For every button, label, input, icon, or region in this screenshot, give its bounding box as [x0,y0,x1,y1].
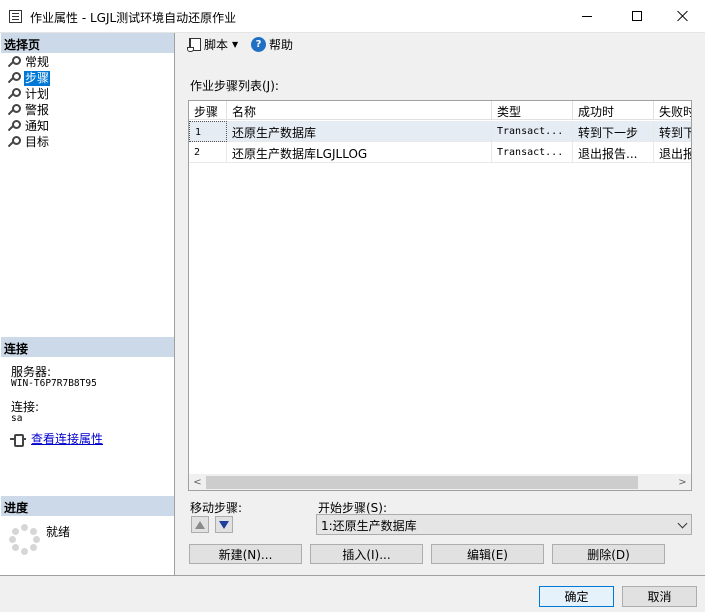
wrench-icon [6,87,21,101]
view-connection-properties-text: 查看连接属性 [31,432,104,446]
column-header-step[interactable]: 步骤 [189,101,227,120]
step-on-success: 退出报告... [573,142,654,163]
arrow-up-icon [195,520,205,529]
nav-item-general[interactable]: 常规 [6,54,50,70]
wrench-icon [6,103,21,117]
grid-header: 步骤 名称 类型 成功时 失败时 [189,101,691,120]
step-name: 还原生产数据库 [227,121,492,142]
cancel-button[interactable]: 取消 [622,586,697,607]
script-button[interactable]: 脚本 ▼ [187,35,238,53]
step-name: 还原生产数据库LGJLLOG [227,142,492,163]
maximize-icon [632,11,642,21]
step-type: Transact... [492,142,573,163]
connection-value: sa [11,413,23,424]
scrollbar-thumb[interactable] [206,476,638,489]
nav-item-label: 警报 [25,102,50,117]
connection-header: 连接 [1,337,174,357]
step-on-failure: 转到下 [654,121,691,142]
column-header-type[interactable]: 类型 [492,101,573,120]
dialog-footer: 确定 取消 [0,575,705,612]
new-step-button[interactable]: 新建(N)... [189,544,302,564]
move-step-label: 移动步骤: [190,501,243,515]
start-step-select[interactable]: 1:还原生产数据库 [316,514,692,535]
script-icon [187,37,201,52]
step-number: 2 [189,142,227,163]
delete-step-button[interactable]: 删除(D) [552,544,665,564]
column-header-on-failure[interactable]: 失败时 [654,101,691,120]
move-step-up-button[interactable] [191,516,209,533]
nav-item-label: 常规 [25,54,50,69]
progress-spinner-icon [9,524,40,555]
table-row[interactable]: 2 还原生产数据库LGJLLOG Transact... 退出报告... 退出报 [189,142,691,163]
step-type: Transact... [492,121,573,142]
progress-status: 就绪 [46,525,71,539]
nav-item-notifications[interactable]: 通知 [6,118,50,134]
properties-window-icon [9,10,22,23]
scroll-right-icon[interactable]: > [674,476,691,489]
minimize-button[interactable] [564,0,610,32]
help-label: 帮助 [269,37,294,52]
maximize-button[interactable] [614,0,660,32]
nav-item-label: 步骤 [24,70,51,86]
wrench-icon [6,135,21,149]
select-page-header: 选择页 [1,33,174,53]
plug-icon [10,433,26,447]
help-button[interactable]: ? 帮助 [251,35,293,53]
wrench-icon [6,55,21,69]
step-on-success: 转到下一步 [573,121,654,142]
job-steps-list-label: 作业步骤列表(J): [190,79,279,93]
left-panel: 选择页 常规 步骤 计划 警报 通知 目标 连接 服务器: WIN-T6P7R7… [0,33,175,575]
view-connection-properties-link[interactable]: 查看连接属性 [10,430,103,447]
wrench-icon [6,119,21,133]
close-button[interactable] [660,0,705,32]
nav-item-alerts[interactable]: 警报 [6,102,50,118]
toolbar: 脚本 ▼ ? 帮助 [175,33,705,55]
insert-step-button[interactable]: 插入(I)... [310,544,423,564]
nav-item-steps[interactable]: 步骤 [6,70,51,86]
wrench-icon [6,71,21,85]
nav-item-label: 目标 [25,134,50,149]
arrow-down-icon [219,520,229,529]
window-title: 作业属性 - LGJL测试环境自动还原作业 [30,11,237,25]
step-on-failure: 退出报 [654,142,691,163]
minimize-icon [582,15,592,17]
edit-step-button[interactable]: 编辑(E) [431,544,544,564]
column-header-on-success[interactable]: 成功时 [573,101,654,120]
job-steps-grid[interactable]: 步骤 名称 类型 成功时 失败时 1 还原生产数据库 Transact... 转… [188,100,692,491]
step-number: 1 [189,121,227,142]
nav-item-label: 通知 [25,118,50,133]
title-bar: 作业属性 - LGJL测试环境自动还原作业 [0,0,705,33]
right-panel: 脚本 ▼ ? 帮助 作业步骤列表(J): 步骤 名称 类型 成功时 失败时 1 … [175,33,705,575]
scroll-left-icon[interactable]: < [189,476,206,489]
server-value: WIN-T6P7R7B8T95 [11,378,97,389]
nav-item-schedule[interactable]: 计划 [6,86,50,102]
chevron-down-icon[interactable]: ▼ [232,40,238,49]
table-row[interactable]: 1 还原生产数据库 Transact... 转到下一步 转到下 [189,121,691,142]
help-icon: ? [251,36,266,52]
ok-button[interactable]: 确定 [539,586,614,607]
start-step-value: 1:还原生产数据库 [321,519,417,533]
progress-header: 进度 [1,496,174,516]
nav-item-targets[interactable]: 目标 [6,134,50,150]
horizontal-scrollbar[interactable]: < > [189,474,691,490]
close-icon [677,10,689,22]
chevron-down-icon [677,518,688,529]
script-label: 脚本 [204,37,229,52]
column-header-name[interactable]: 名称 [227,101,492,120]
move-step-down-button[interactable] [215,516,233,533]
nav-item-label: 计划 [25,86,50,101]
